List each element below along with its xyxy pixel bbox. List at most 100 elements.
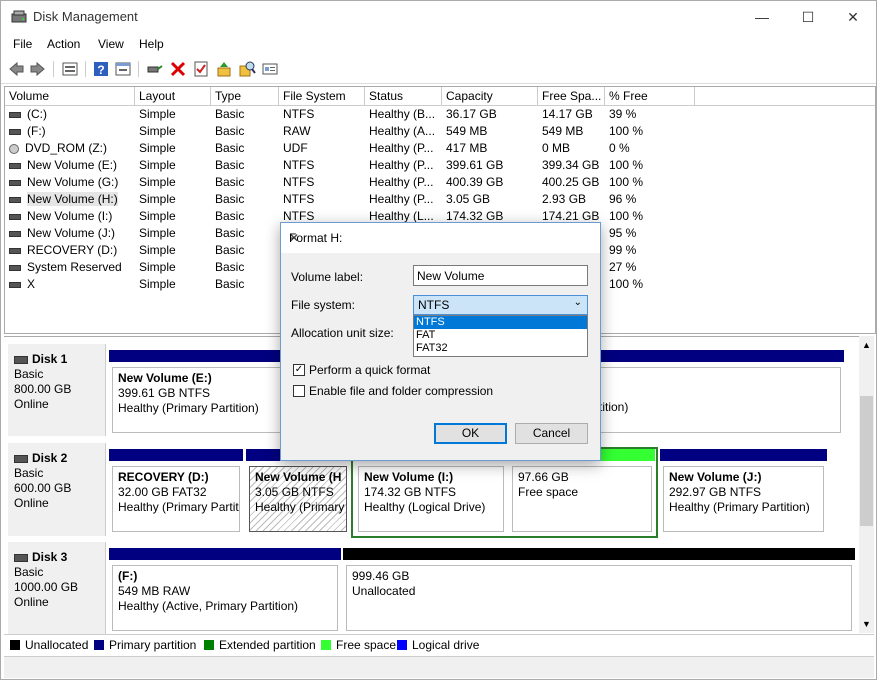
file-system-select[interactable]: NTFS ⌄: [413, 295, 588, 315]
partition-logical[interactable]: New Volume (I:) 174.32 GB NTFS Healthy (…: [355, 449, 507, 535]
column-header-percent-free[interactable]: % Free: [605, 87, 695, 105]
disk-map-scrollbar[interactable]: ▲ ▼: [859, 336, 874, 633]
check-icon[interactable]: [192, 60, 210, 78]
partition-name: (F:): [118, 569, 138, 583]
partition-info: 97.66 GB: [518, 470, 569, 484]
forward-icon[interactable]: [29, 60, 47, 78]
partition-name: New Volume (I:): [364, 470, 454, 484]
file-system-dropdown: NTFS FAT FAT32: [413, 315, 588, 357]
disk-2-info[interactable]: Disk 2 Basic 600.00 GB Online: [8, 443, 106, 536]
drive-icon: [9, 128, 21, 135]
maximize-button[interactable]: ☐: [785, 3, 831, 31]
volume-row[interactable]: New Volume (G:) Simple Basic NTFS Health…: [5, 174, 643, 191]
volume-file-system: NTFS: [283, 158, 315, 172]
volume-type: Basic: [215, 141, 245, 155]
partition-free-space[interactable]: 97.66 GB Free space: [509, 449, 655, 535]
volume-layout: Simple: [139, 243, 176, 257]
menu-view[interactable]: View: [98, 37, 124, 51]
close-button[interactable]: ✕: [830, 3, 876, 31]
drive-icon: [9, 162, 21, 169]
minimize-button[interactable]: —: [739, 3, 785, 31]
disk-state: Online: [14, 496, 49, 510]
compression-checkbox[interactable]: [293, 385, 305, 397]
file-system-option[interactable]: FAT: [414, 329, 587, 342]
volume-status: Healthy (P...: [369, 175, 434, 189]
partition-primary[interactable]: RECOVERY (D:) 32.00 GB FAT32 Healthy (Pr…: [109, 449, 243, 535]
volume-row[interactable]: New Volume (E:) Simple Basic NTFS Health…: [5, 157, 643, 174]
partition-primary[interactable]: (F:) 549 MB RAW Healthy (Active, Primary…: [109, 548, 341, 634]
volume-type: Basic: [215, 158, 245, 172]
cancel-button[interactable]: Cancel: [515, 423, 588, 444]
toolbar: ?: [1, 55, 876, 84]
drive-icon: [9, 179, 21, 186]
drive-icon: [9, 196, 21, 203]
column-header-layout[interactable]: Layout: [135, 87, 211, 105]
volume-free-space: 14.17 GB: [542, 107, 593, 121]
quick-format-checkbox[interactable]: ✓: [293, 364, 305, 376]
disk-size: 600.00 GB: [14, 481, 72, 495]
volume-row[interactable]: (C:) Simple Basic NTFS Healthy (B... 36.…: [5, 106, 636, 123]
search-icon[interactable]: [238, 60, 256, 78]
toolbar-separator: [85, 61, 86, 77]
volume-name: New Volume (I:): [27, 209, 113, 223]
volume-layout: Simple: [139, 260, 176, 274]
file-system-option[interactable]: NTFS: [414, 316, 587, 329]
volume-name: New Volume (J:): [27, 226, 116, 240]
volume-row-selected[interactable]: New Volume (H:) Simple Basic NTFS Health…: [5, 191, 636, 208]
volume-capacity: 399.61 GB: [446, 158, 504, 172]
disk-type: Basic: [14, 466, 44, 480]
disk-1-info[interactable]: Disk 1 Basic 800.00 GB Online: [8, 344, 106, 436]
partition-selected[interactable]: New Volume (H 3.05 GB NTFS Healthy (Prim…: [246, 449, 350, 535]
connect-icon[interactable]: [146, 60, 164, 78]
menu-help[interactable]: Help: [139, 37, 164, 51]
column-header-volume[interactable]: Volume: [5, 87, 135, 105]
volume-row[interactable]: (F:) Simple Basic RAW Healthy (A... 549 …: [5, 123, 643, 140]
volume-name: X: [27, 277, 36, 291]
menu-file[interactable]: File: [13, 37, 32, 51]
legend-swatch: [10, 640, 20, 650]
column-header-type[interactable]: Type: [211, 87, 279, 105]
volume-label-input[interactable]: [413, 265, 588, 286]
delete-icon[interactable]: [169, 60, 187, 78]
settings-icon[interactable]: [261, 60, 279, 78]
disk-3-info[interactable]: Disk 3 Basic 1000.00 GB Online: [8, 542, 106, 634]
partition-status: Free space: [518, 485, 579, 499]
back-icon[interactable]: [7, 60, 25, 78]
drive-icon: [9, 247, 21, 254]
properties-icon[interactable]: [114, 60, 132, 78]
column-header-status[interactable]: Status: [365, 87, 442, 105]
volume-file-system: RAW: [283, 124, 311, 138]
volume-layout: Simple: [139, 277, 176, 291]
scroll-down-icon[interactable]: ▼: [862, 619, 871, 629]
column-header-file-system[interactable]: File System: [279, 87, 365, 105]
volume-file-system: UDF: [283, 141, 308, 155]
toolbar-separator: [53, 61, 54, 77]
volume-name: DVD_ROM (Z:): [25, 141, 107, 155]
partition-primary[interactable]: New Volume (J:) 292.97 GB NTFS Healthy (…: [660, 449, 827, 535]
column-header-free-space[interactable]: Free Spa...: [538, 87, 605, 105]
disk-size: 1000.00 GB: [14, 580, 79, 594]
menu-action[interactable]: Action: [47, 37, 80, 51]
partition-name: New Volume (J:): [669, 470, 762, 484]
column-header-capacity[interactable]: Capacity: [442, 87, 538, 105]
help-icon[interactable]: ?: [92, 60, 110, 78]
partition-unallocated[interactable]: 999.46 GB Unallocated: [343, 548, 855, 634]
drive-icon: [9, 281, 21, 288]
volume-free-space: 400.25 GB: [542, 175, 600, 189]
scrollbar-thumb[interactable]: [860, 396, 873, 526]
volume-name: RECOVERY (D:): [27, 243, 118, 257]
volume-capacity: 36.17 GB: [446, 107, 497, 121]
dialog-close-icon[interactable]: ✕: [289, 231, 592, 245]
volume-percent-free: 99 %: [609, 243, 637, 257]
volume-label-label: Volume label:: [291, 270, 364, 284]
volume-name: New Volume (G:): [27, 175, 119, 189]
volume-percent-free: 100 %: [609, 158, 644, 172]
volume-free-space: 0 MB: [542, 141, 571, 155]
import-icon[interactable]: [215, 60, 233, 78]
disk-list-icon[interactable]: [61, 60, 79, 78]
ok-button[interactable]: OK: [434, 423, 507, 444]
unallocated-bar: [343, 548, 855, 560]
scroll-up-icon[interactable]: ▲: [862, 340, 871, 350]
file-system-option[interactable]: FAT32: [414, 342, 587, 355]
volume-row[interactable]: DVD_ROM (Z:) Simple Basic UDF Healthy (P…: [5, 140, 630, 157]
